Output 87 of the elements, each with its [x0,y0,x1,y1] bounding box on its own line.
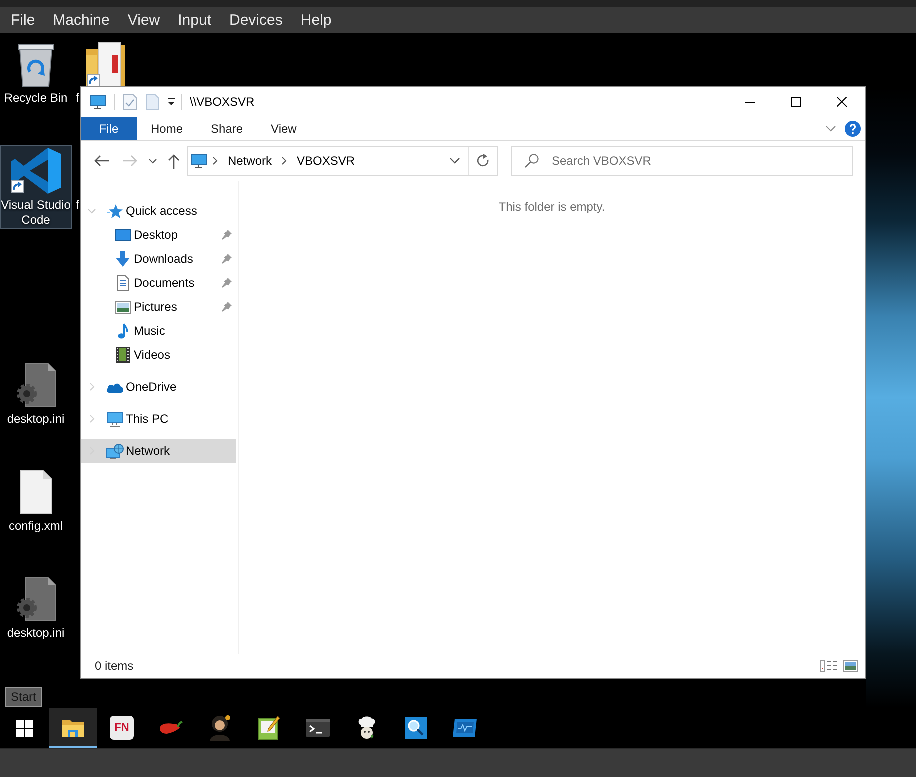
person-silhouette-icon [208,715,232,741]
tooltip: Start [5,687,42,707]
nav-item[interactable]: Pictures [81,295,236,319]
magnifier-icon [405,717,427,739]
menu-item[interactable]: Input [169,7,220,33]
nav-item[interactable]: Quick access [81,199,236,223]
large-icons-view-button[interactable] [843,660,858,672]
nav-item[interactable]: Desktop [81,223,236,247]
details-view-icon [820,660,837,672]
nav-item[interactable]: Downloads [81,247,236,271]
pin-icon[interactable] [222,302,232,312]
window-title: \\VBOXSVR [190,95,255,109]
desktop-icon[interactable]: desktop.ini [0,359,72,428]
search-field[interactable]: Search VBOXSVR [511,146,853,176]
pepper-icon [159,721,183,735]
desktop-icon[interactable]: desktop.ini [0,573,72,642]
desktop-folder-icon [115,229,131,241]
chevron-down-icon [450,158,460,164]
download-arrow-icon [116,251,130,267]
settings-file-icon [16,363,56,407]
folder-icon [61,718,85,738]
chevron-down-icon [149,158,157,164]
film-strip-icon [116,347,130,363]
nav-item[interactable]: Network [81,439,236,463]
taskbar-button[interactable] [49,708,97,748]
details-view-button[interactable] [820,660,837,672]
terminal-icon [306,719,330,737]
forward-arrow-icon [123,155,138,167]
chevron-right-icon[interactable] [213,157,218,165]
breadcrumb-item[interactable]: Network [224,150,276,172]
chef-hat-icon [358,716,376,740]
nav-item[interactable]: Documents [81,271,236,295]
cloud-icon [106,382,124,392]
desktop-icon-label[interactable]: f [76,91,80,106]
menu-item[interactable]: Devices [220,7,292,33]
fn-logo: FN [110,716,134,740]
help-icon[interactable] [845,120,861,136]
item-count: 0 items [95,659,134,673]
address-bar[interactable]: Network VBOXSVR [187,146,498,176]
music-note-icon [118,323,128,339]
back-arrow-icon [94,155,109,167]
menu-item[interactable]: Help [292,7,341,33]
code-editor-icon [10,147,62,195]
customize-caret-icon[interactable] [167,98,176,106]
start-icon [16,720,32,736]
nav-item[interactable]: OneDrive [81,375,236,399]
star-icon [107,204,123,218]
search-icon [525,154,539,168]
pin-icon[interactable] [222,278,232,288]
nav-item[interactable]: Videos [81,343,236,367]
file-tab[interactable]: File [81,117,137,140]
network-icon [106,444,124,458]
empty-folder-message: This folder is empty. [498,200,606,214]
menu-item[interactable]: View [118,7,170,33]
menu-item[interactable]: File [2,7,44,33]
up-arrow-icon [168,154,180,168]
pin-icon[interactable] [222,254,232,264]
monitor-icon [90,95,106,109]
ribbon-tab[interactable]: View [257,117,311,140]
picture-icon [843,660,858,672]
blank-file-icon [20,470,52,514]
ribbon-tab[interactable]: Share [197,117,258,140]
nav-item[interactable]: Music [81,319,236,343]
ribbon-tab[interactable]: Home [137,117,198,140]
recycle-bin-icon [17,41,55,87]
notepad-icon [258,716,280,740]
settings-file-icon [16,577,56,621]
picture-icon [115,300,131,314]
desktop-icon[interactable]: Recycle Bin [0,38,72,107]
breadcrumb-item[interactable]: VBOXSVR [293,150,360,172]
maximize-icon [791,97,801,107]
desktop-icon-label[interactable]: f [76,198,80,213]
close-icon [837,97,847,107]
menu-item[interactable]: Machine [44,7,119,33]
properties-icon[interactable] [123,94,137,110]
monitor-wave-icon [453,718,477,738]
pin-icon[interactable] [222,230,232,240]
monitor-icon [107,412,123,426]
chevron-right-icon[interactable] [282,157,288,165]
desktop-icon[interactable]: config.xml [0,466,72,535]
refresh-icon [476,154,490,168]
monitor-icon [191,154,207,168]
document-icon [117,275,129,291]
taskbar-button[interactable]: FN [98,708,146,748]
desktop-icon[interactable]: Visual Studio Code [0,145,72,229]
chevron-down-icon[interactable] [826,126,836,132]
nav-item[interactable]: This PC [81,407,236,431]
